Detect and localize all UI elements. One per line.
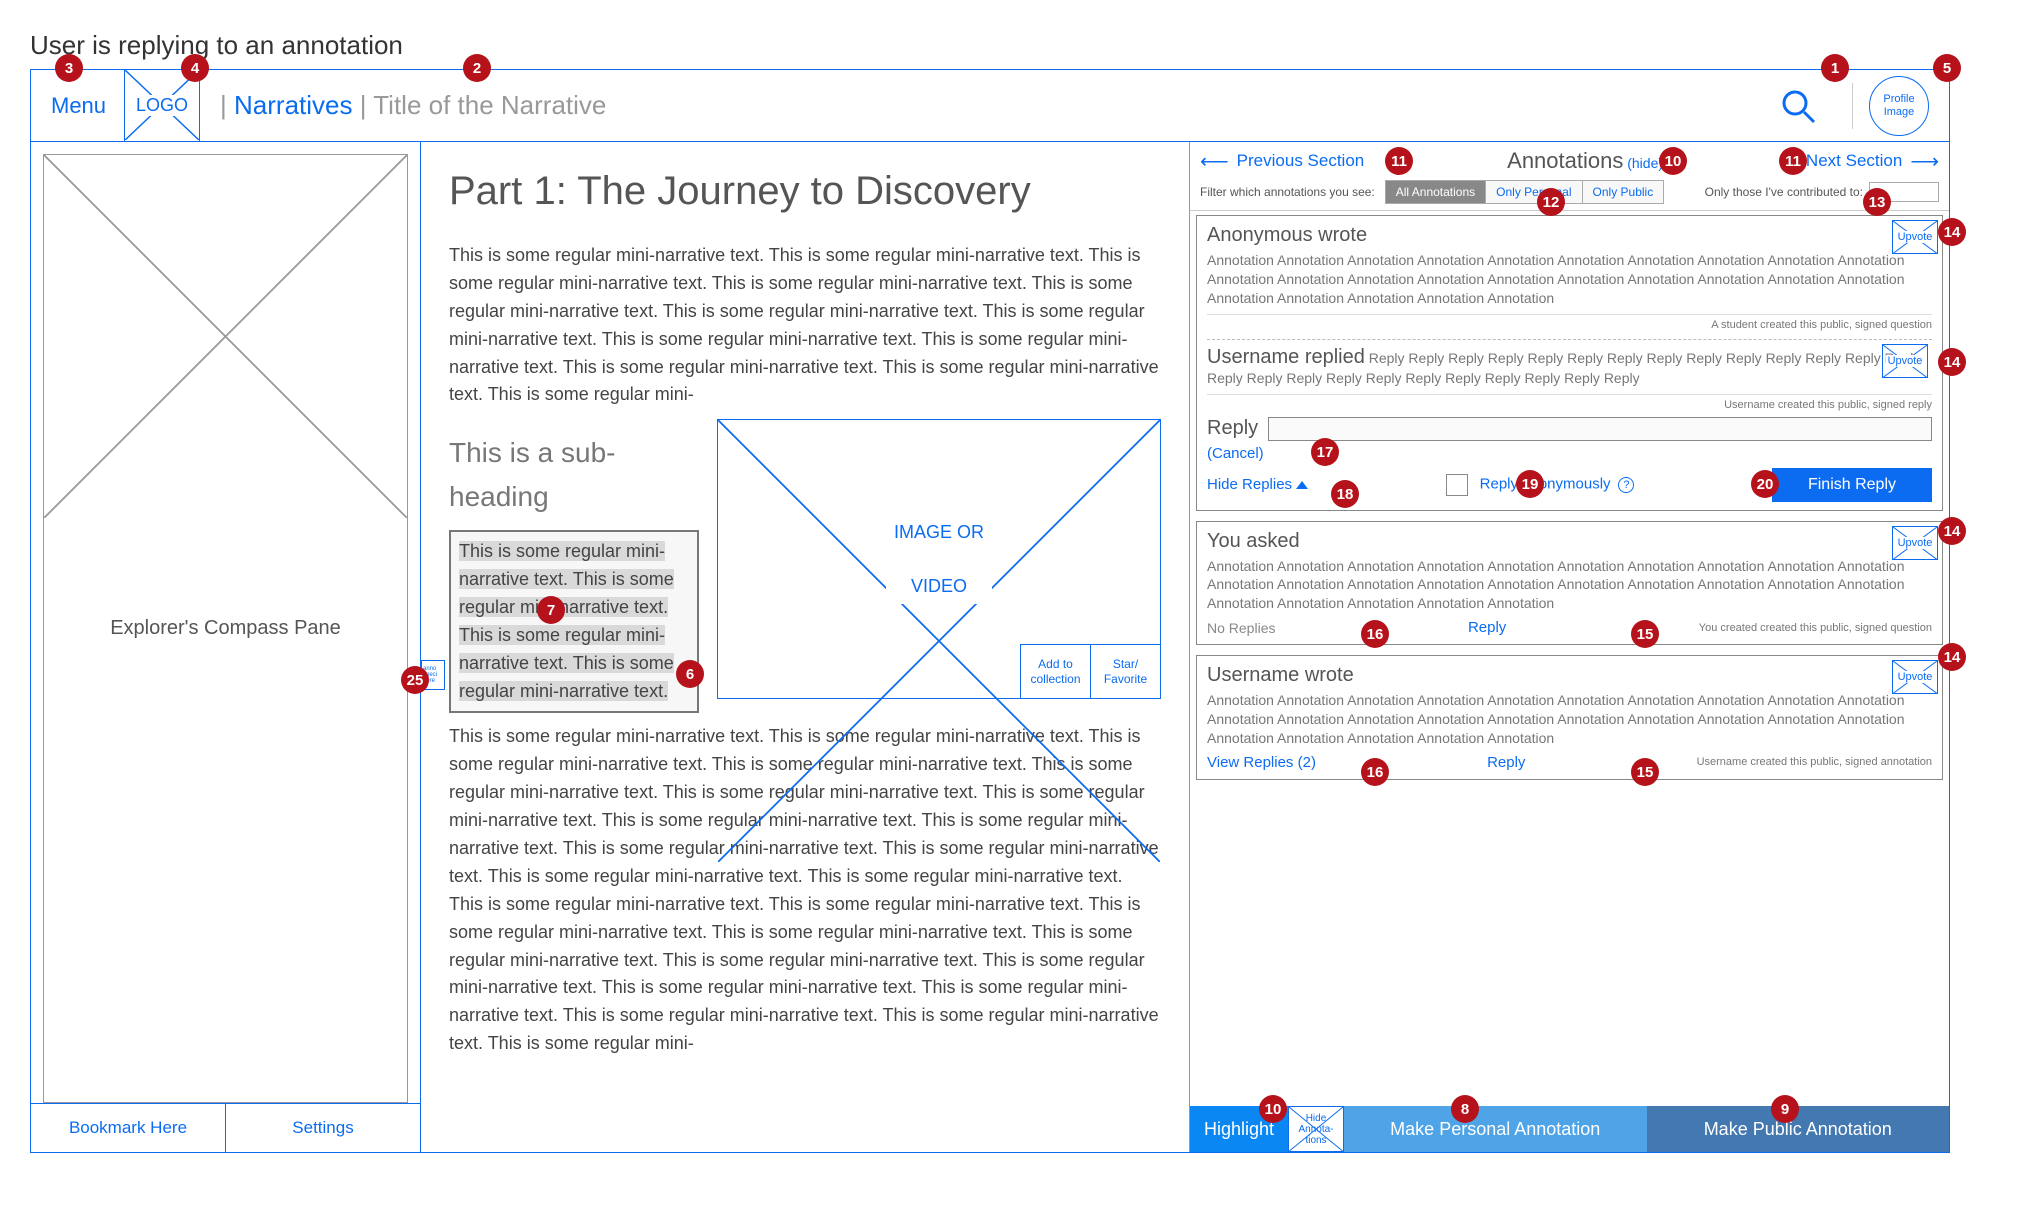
filter-public[interactable]: Only Public (1583, 181, 1664, 203)
help-icon[interactable]: ? (1618, 477, 1634, 493)
logo-label: LOGO (134, 95, 190, 116)
chevron-up-icon (1296, 481, 1308, 489)
settings-button[interactable]: Settings (226, 1104, 420, 1152)
make-personal-annotation-button[interactable]: Make Personal Annotation (1344, 1106, 1647, 1152)
annotation-card: Upvote Username wrote Annotation Annotat… (1196, 655, 1943, 780)
logo[interactable]: LOGO (124, 70, 200, 142)
divider (1852, 83, 1853, 129)
narrative-heading: Part 1: The Journey to Discovery (449, 160, 1161, 222)
highlighted-selection: This is some regular mini-narrative text… (459, 541, 674, 700)
arrow-left-icon: ⟵ (1200, 149, 1229, 174)
annotation-meta: A student created this public, signed qu… (1207, 314, 1932, 331)
menu-link[interactable]: Menu (51, 93, 106, 119)
compass-pane[interactable]: Explorer's Compass Pane (43, 154, 408, 1103)
breadcrumb-sep: | (220, 90, 234, 120)
contrib-label: Only those I've contributed to: (1705, 185, 1863, 199)
highlight-button[interactable]: Highlight (1190, 1106, 1288, 1152)
annotation-meta: You created created this public, signed … (1699, 622, 1932, 634)
reply-author: Username replied (1207, 346, 1365, 368)
filter-label: Filter which annotations you see: (1200, 185, 1375, 199)
media-placeholder[interactable]: IMAGE OR VIDEO Add to collection Star/ F… (717, 419, 1161, 699)
app-frame: Menu LOGO | Narratives | Title of the Na… (30, 69, 1950, 1153)
annotation-indicator-icon[interactable]: anno speci here (421, 660, 445, 690)
add-to-collection-button[interactable]: Add to collection (1020, 644, 1090, 698)
compose-input[interactable] (1268, 417, 1932, 441)
star-favorite-button[interactable]: Star/ Favorite (1090, 644, 1160, 698)
search-icon[interactable] (1780, 88, 1816, 124)
filter-segment: All Annotations Only Personal Only Publi… (1385, 180, 1664, 204)
view-replies-link[interactable]: View Replies (2) (1207, 754, 1316, 771)
upvote-button[interactable]: Upvote (1882, 344, 1928, 378)
annotation-reply: Upvote Username replied Reply Reply Repl… (1207, 339, 1932, 411)
finish-reply-button[interactable]: Finish Reply (1772, 468, 1932, 502)
page-caption: User is replying to an annotation (30, 30, 1990, 61)
bookmark-button[interactable]: Bookmark Here (31, 1104, 226, 1152)
contrib-filter-input[interactable] (1869, 182, 1939, 202)
compass-pane-label: Explorer's Compass Pane (100, 608, 351, 648)
upvote-button[interactable]: Upvote (1892, 220, 1938, 254)
avatar[interactable]: Profile Image (1869, 76, 1929, 136)
reply-link[interactable]: Reply (1468, 619, 1506, 636)
reply-link[interactable]: Reply (1487, 754, 1525, 771)
sidebar: Explorer's Compass Pane Bookmark Here Se… (31, 142, 421, 1152)
make-public-annotation-button[interactable]: Make Public Annotation (1647, 1106, 1950, 1152)
topbar: Menu LOGO | Narratives | Title of the Na… (31, 70, 1949, 142)
annotation-body: Annotation Annotation Annotation Annotat… (1207, 691, 1932, 748)
annotation-meta: Username created this public, signed ann… (1697, 756, 1932, 768)
breadcrumb-narratives[interactable]: Narratives (234, 90, 352, 120)
highlighted-text[interactable]: This is some regular mini-narrative text… (449, 530, 699, 713)
upvote-button[interactable]: Upvote (1892, 660, 1938, 694)
compose-label: Reply (1207, 417, 1258, 440)
upvote-button[interactable]: Upvote (1892, 526, 1938, 560)
compose-reply: Reply (Cancel) Hide Replies Reply anonym… (1207, 417, 1932, 502)
breadcrumb: | Narratives | Title of the Narrative (220, 90, 606, 121)
reply-meta: Username created this public, signed rep… (1207, 394, 1932, 411)
next-section-link[interactable]: Next Section⟶ (1806, 149, 1939, 174)
media-label: IMAGE OR VIDEO (886, 515, 992, 604)
arrow-right-icon: ⟶ (1910, 149, 1939, 174)
cancel-link[interactable]: (Cancel) (1207, 445, 1264, 462)
annotation-author: You asked (1207, 530, 1932, 553)
filter-all[interactable]: All Annotations (1386, 181, 1486, 203)
narrative-pane: Part 1: The Journey to Discovery This is… (421, 142, 1189, 1152)
annotations-pane: ⟵Previous Section Annotations (hide) Nex… (1189, 142, 1949, 1152)
anonymous-label: Reply anonymously (1480, 475, 1611, 492)
prev-section-link[interactable]: ⟵Previous Section (1200, 149, 1364, 174)
annotations-title: Annotations (1507, 148, 1623, 173)
narrative-para-1: This is some regular mini-narrative text… (449, 242, 1161, 409)
narrative-subheading: This is a sub-heading (449, 431, 699, 518)
replies-status: No Replies (1207, 620, 1275, 636)
hide-replies-link[interactable]: Hide Replies (1207, 476, 1308, 493)
annotation-body: Annotation Annotation Annotation Annotat… (1207, 557, 1932, 614)
bottom-toolbar: Highlight Hide Annota- tions Make Person… (1190, 1106, 1949, 1152)
annotation-card: Upvote You asked Annotation Annotation A… (1196, 521, 1943, 646)
annotation-body: Annotation Annotation Annotation Annotat… (1207, 251, 1932, 308)
hide-annotations-button[interactable]: Hide Annota- tions (1288, 1106, 1344, 1152)
breadcrumb-sep2: | (353, 90, 374, 120)
breadcrumb-title: Title of the Narrative (373, 90, 606, 120)
annotation-card: Upvote Anonymous wrote Annotation Annota… (1196, 215, 1943, 511)
annotation-author: Anonymous wrote (1207, 224, 1932, 247)
filter-personal[interactable]: Only Personal (1486, 181, 1582, 203)
annotation-author: Username wrote (1207, 664, 1932, 687)
hide-annotations-link[interactable]: (hide) (1627, 155, 1663, 171)
anonymous-checkbox[interactable] (1446, 474, 1468, 496)
